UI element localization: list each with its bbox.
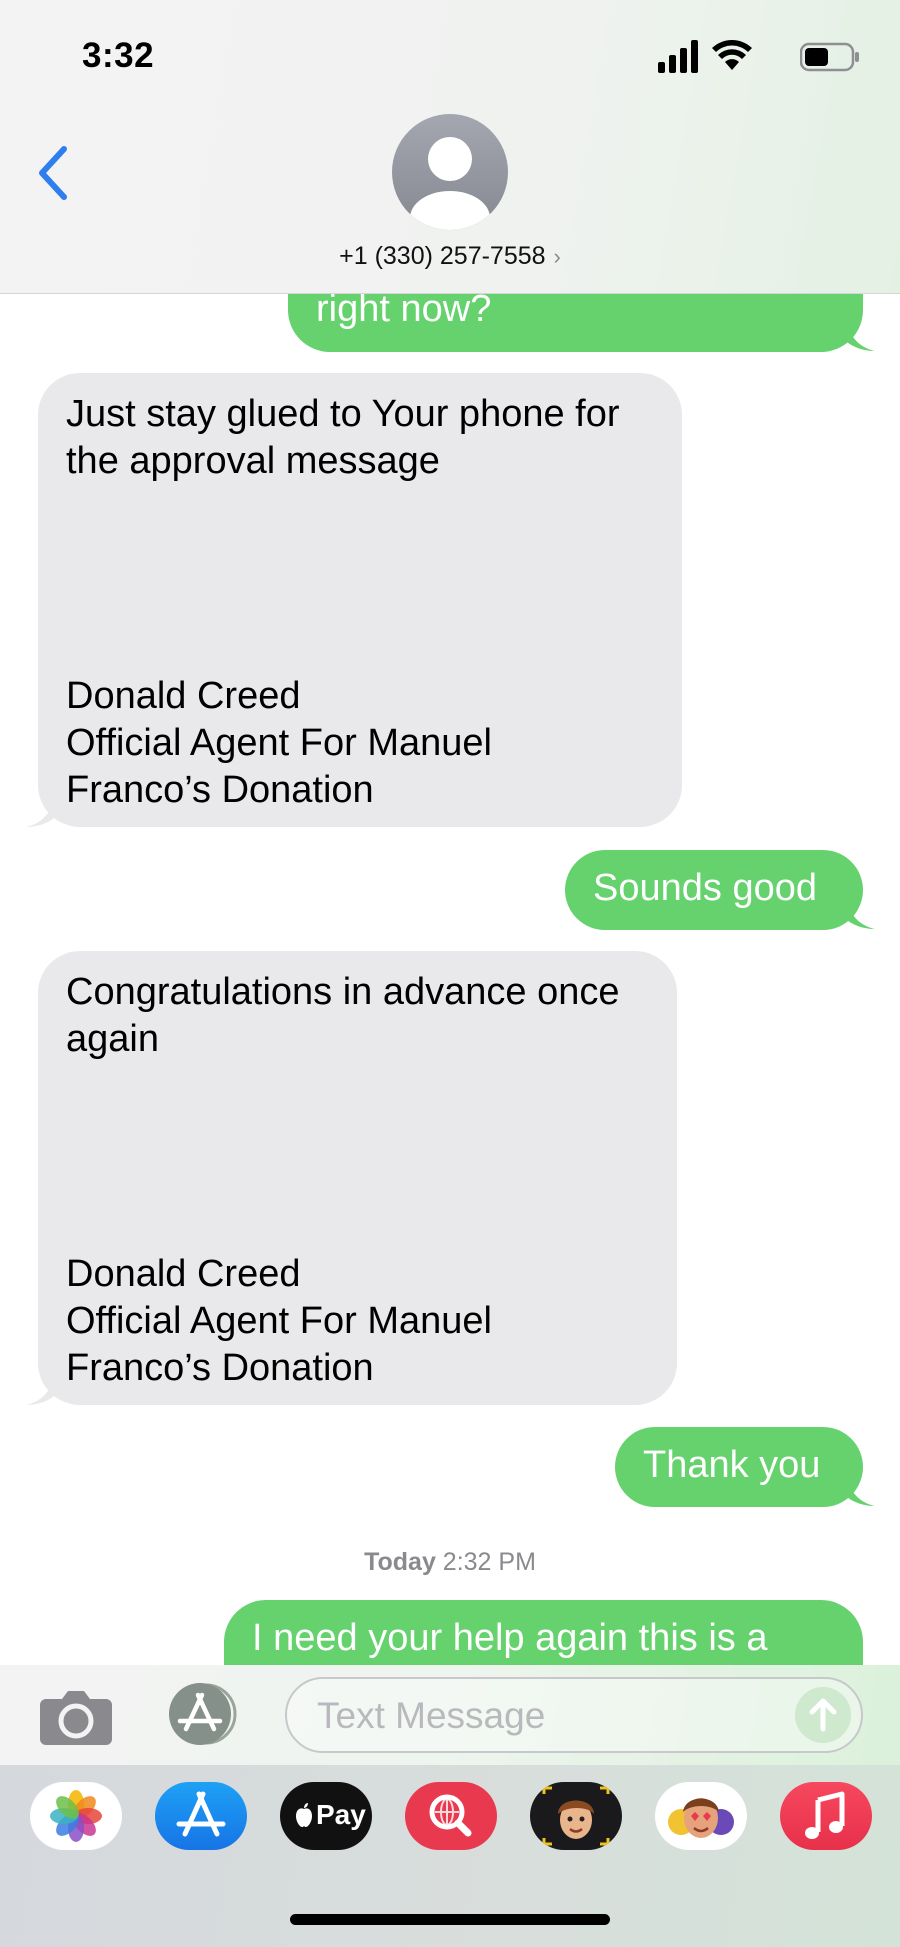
conversation-header: 3:32 +1 (330) 257-7558 › [0,0,900,294]
apple-pay-label: Pay [316,1799,366,1830]
message-input[interactable] [315,1693,779,1739]
status-time: 3:32 [82,36,155,75]
compose-bar [0,1665,900,1765]
signature-org: Franco’s Donation [66,1347,374,1389]
signature-name: Donald Creed [66,1253,301,1295]
apple-logo-icon [296,1803,312,1827]
message-timestamp: Today 2:32 PM [0,1548,900,1577]
message-text: Just stay glued to Your phone for [66,393,620,435]
bubble-tail [847,1475,875,1506]
camera-icon[interactable] [38,1687,114,1745]
bubble-tail [26,1374,54,1405]
music-icon[interactable] [780,1782,872,1850]
image-search-icon[interactable] [405,1782,497,1850]
home-indicator[interactable] [290,1914,610,1925]
bubble-tail [26,796,54,827]
chevron-right-icon: › [553,244,561,269]
outgoing-message[interactable]: I need your help again this is a [224,1600,863,1665]
memoji-stickers-icon[interactable] [655,1782,747,1850]
app-store-apps-icon[interactable] [162,1683,244,1745]
memoji-icon[interactable] [530,1782,622,1850]
apple-pay-icon[interactable]: Pay [280,1782,372,1850]
bubble-tail [847,320,875,351]
outgoing-message[interactable]: Thank you [615,1427,863,1507]
bubble-tail [847,898,875,929]
contact-number: +1 (330) 257-7558 [339,242,546,270]
signature-title: Official Agent For Manuel [66,722,492,764]
app-store-icon[interactable] [155,1782,247,1850]
message-text: again [66,1018,159,1060]
photos-icon[interactable] [30,1782,122,1850]
incoming-message[interactable]: Just stay glued to Your phone for the ap… [38,373,682,827]
signal-icon [658,40,698,73]
message-text: Thank you [643,1444,821,1486]
signature-org: Franco’s Donation [66,769,374,811]
contact-name-button[interactable]: +1 (330) 257-7558 › [0,242,900,271]
outgoing-message[interactable]: Sounds good [565,850,863,930]
message-text: the approval message [66,440,440,482]
battery-icon [800,42,859,72]
back-chevron-icon[interactable] [34,145,74,201]
incoming-message[interactable]: Congratulations in advance once again Do… [38,951,677,1405]
message-text: Congratulations in advance once [66,971,620,1013]
timestamp-day: Today [364,1548,436,1576]
message-text: I need your help again this is a [252,1617,768,1659]
send-arrow-icon[interactable] [795,1687,851,1743]
contact-avatar[interactable] [392,114,508,230]
message-text: Sounds good [593,867,817,909]
signature-name: Donald Creed [66,675,301,717]
message-input-field[interactable] [285,1677,863,1753]
timestamp-time: 2:32 PM [442,1548,536,1576]
signature-title: Official Agent For Manuel [66,1300,492,1342]
wifi-icon [712,40,752,70]
